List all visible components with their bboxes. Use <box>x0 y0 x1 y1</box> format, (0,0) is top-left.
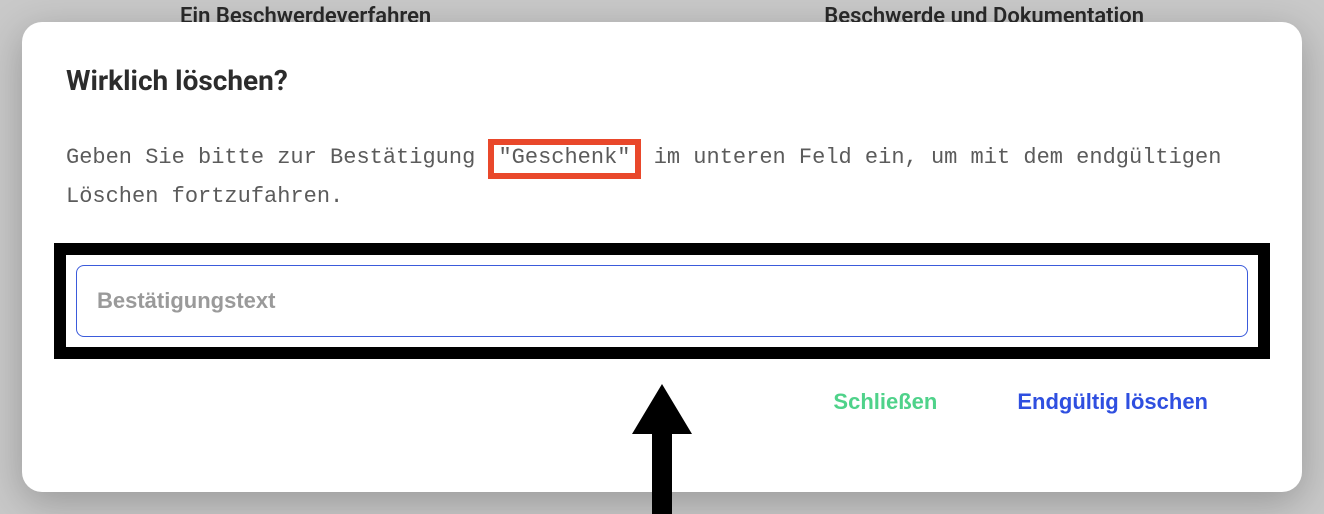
modal-title: Wirklich löschen? <box>66 64 1258 97</box>
input-annotation-frame <box>54 243 1270 359</box>
confirmation-text-input[interactable] <box>76 265 1248 337</box>
permanent-delete-button[interactable]: Endgültig löschen <box>1017 389 1208 415</box>
modal-instruction-text: Geben Sie bitte zur Bestätigung "Geschen… <box>66 139 1258 215</box>
confirmation-keyword-highlight: "Geschenk" <box>488 139 640 179</box>
close-button[interactable]: Schließen <box>833 389 937 415</box>
modal-action-row: Schließen Endgültig löschen <box>66 389 1258 415</box>
confirm-delete-modal: Wirklich löschen? Geben Sie bitte zur Be… <box>22 22 1302 492</box>
instruction-prefix: Geben Sie bitte zur Bestätigung <box>66 145 488 170</box>
